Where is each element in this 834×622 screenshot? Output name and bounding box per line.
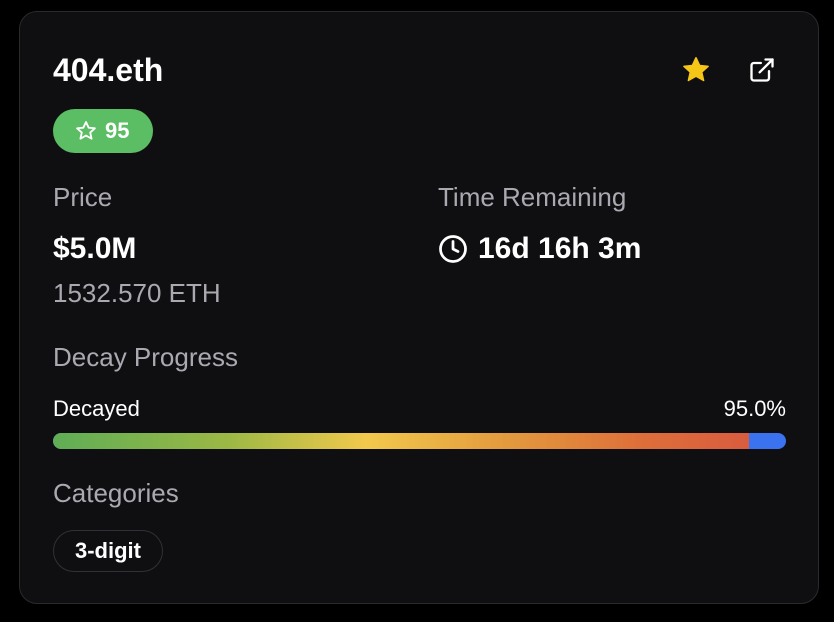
score-value: 95 (105, 118, 130, 143)
open-external-button[interactable] (746, 54, 778, 86)
decayed-label: Decayed (53, 396, 140, 421)
star-filled-icon (683, 57, 709, 82)
time-remaining: 16d 16h 3m (438, 234, 641, 264)
price-eth: 1532.570 ETH (53, 278, 221, 308)
price-usd: $5.0M (53, 232, 137, 265)
favorite-button[interactable] (680, 54, 712, 86)
domain-title: 404.eth (53, 52, 164, 88)
domain-card: 404.eth 95 Price $5.0M 1532.570 ETH Time… (19, 11, 819, 604)
decay-percent: 95.0% (723, 396, 786, 421)
score-badge[interactable]: 95 (53, 109, 154, 153)
card-actions (680, 54, 778, 86)
decay-progress-header: Decayed 95.0% (53, 398, 786, 420)
categories-label: Categories (53, 478, 179, 508)
decay-progress-fill (53, 433, 750, 449)
time-remaining-label: Time Remaining (438, 182, 627, 212)
time-remaining-value: 16d 16h 3m (478, 232, 642, 265)
decay-progress-label: Decay Progress (53, 342, 238, 372)
decay-progress-bar (53, 433, 786, 449)
price-label: Price (53, 182, 113, 212)
star-outline-icon (76, 121, 96, 140)
external-link-icon (750, 58, 774, 82)
clock-icon (439, 235, 467, 263)
category-chip[interactable]: 3-digit (53, 530, 163, 572)
